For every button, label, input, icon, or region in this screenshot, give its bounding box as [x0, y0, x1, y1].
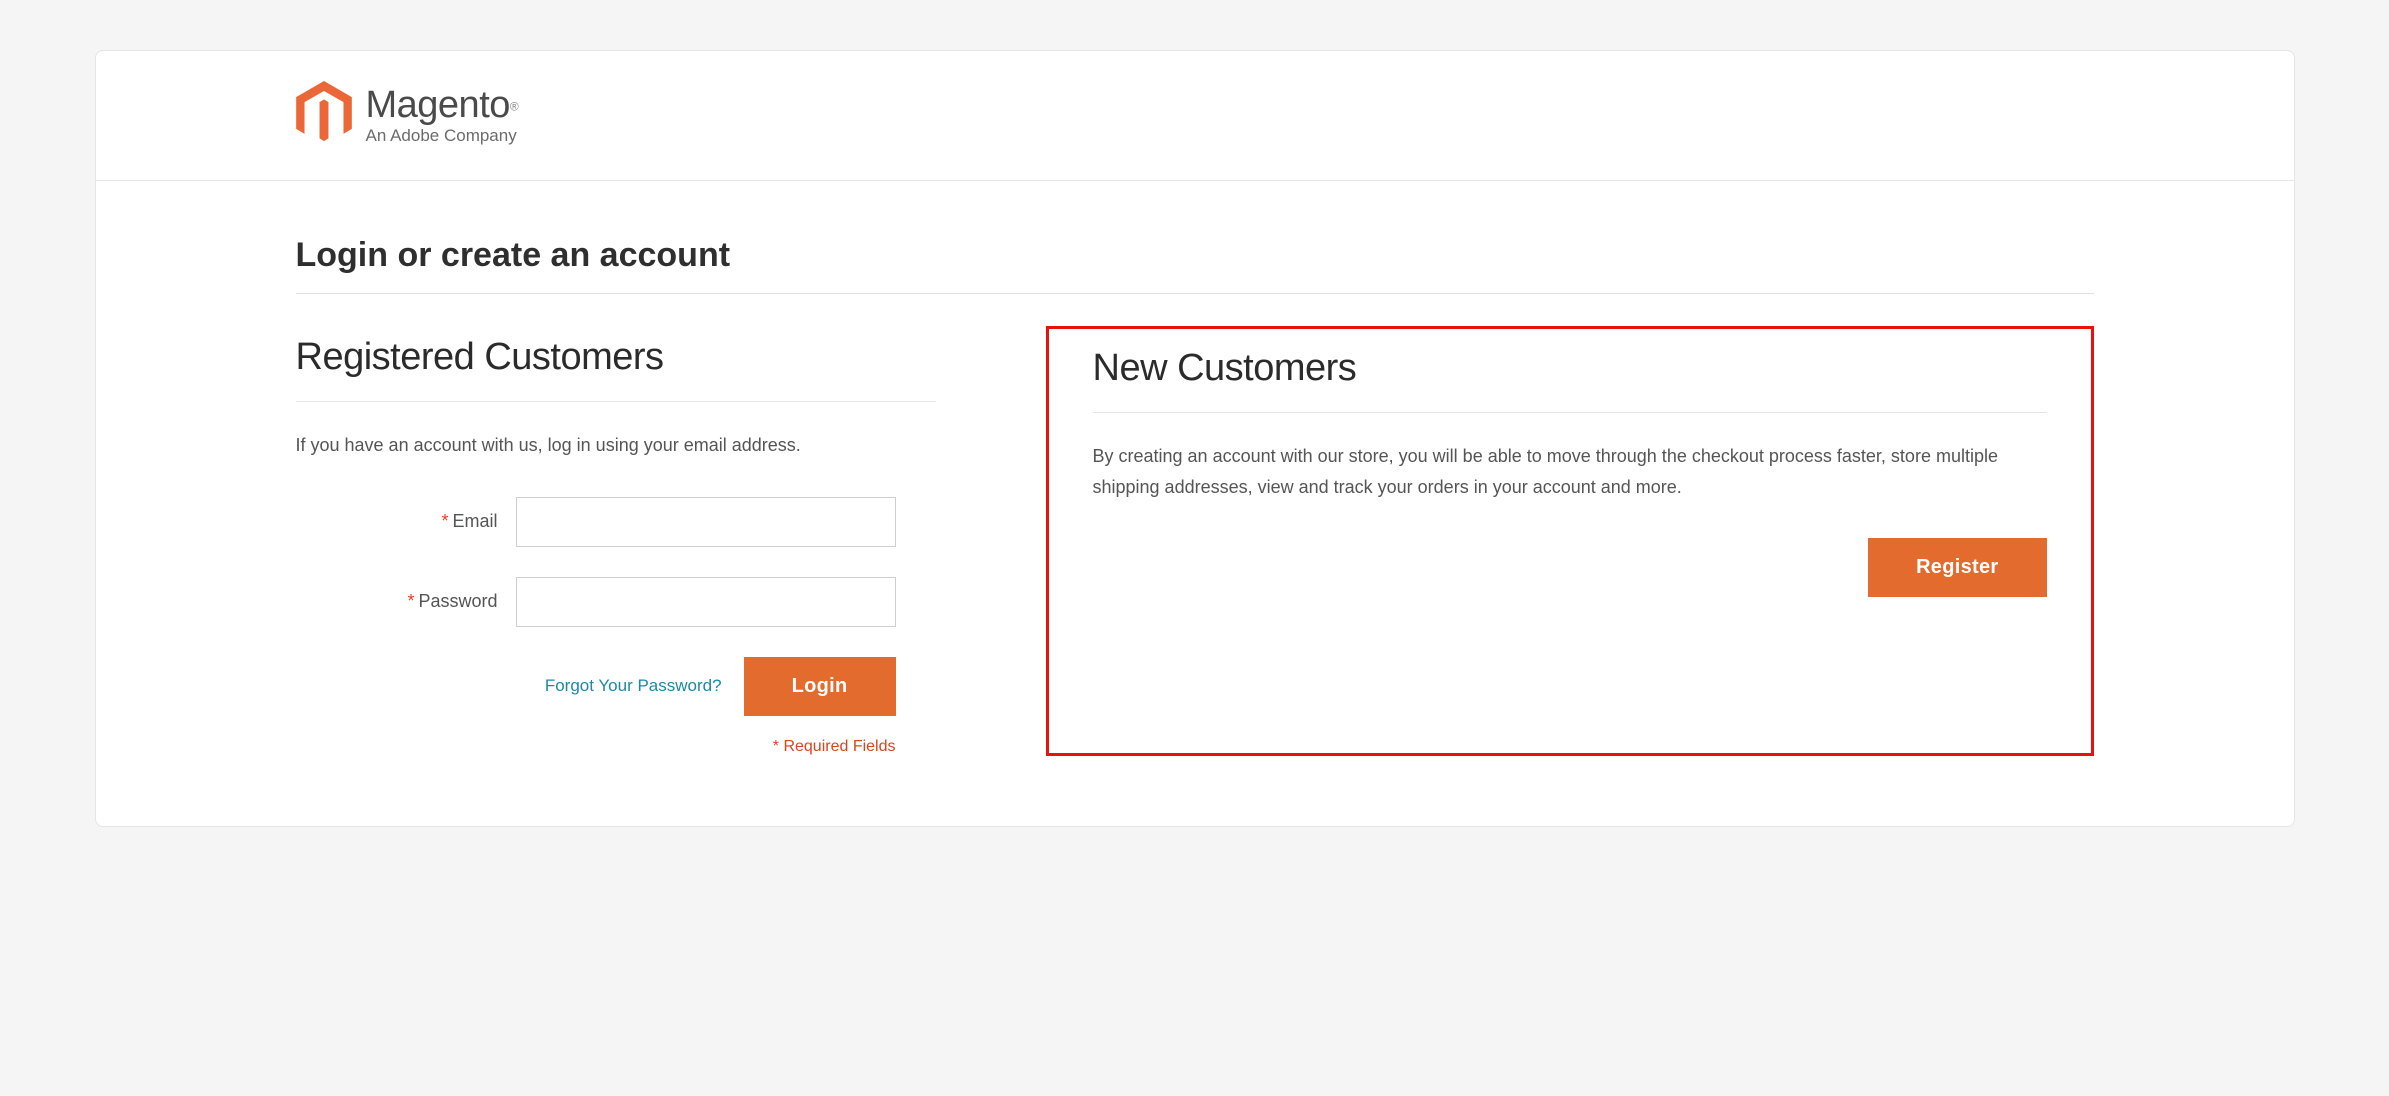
required-asterisk: *: [441, 511, 448, 531]
page-title: Login or create an account: [296, 236, 2094, 294]
columns: Registered Customers If you have an acco…: [296, 336, 2094, 756]
content: Login or create an account Registered Cu…: [96, 181, 2294, 826]
registered-customers-section: Registered Customers If you have an acco…: [296, 336, 936, 756]
password-field[interactable]: [516, 577, 896, 627]
login-card: Magento® An Adobe Company Login or creat…: [95, 50, 2295, 827]
register-description: By creating an account with our store, y…: [1093, 441, 2047, 502]
new-customers-section: New Customers By creating an account wit…: [1046, 326, 2094, 756]
brand-text: Magento® An Adobe Company: [366, 86, 519, 146]
brand-tagline: An Adobe Company: [366, 126, 519, 146]
header: Magento® An Adobe Company: [96, 51, 2294, 181]
email-label: *Email: [296, 511, 516, 532]
email-field[interactable]: [516, 497, 896, 547]
magento-icon: [296, 81, 352, 150]
password-row: *Password: [296, 577, 936, 627]
register-section-title: New Customers: [1093, 347, 2047, 413]
login-button[interactable]: Login: [744, 657, 896, 716]
register-button[interactable]: Register: [1868, 538, 2046, 597]
forgot-password-link[interactable]: Forgot Your Password?: [545, 676, 722, 696]
brand-name: Magento: [366, 84, 510, 126]
email-row: *Email: [296, 497, 936, 547]
password-label-text: Password: [418, 591, 497, 611]
registered-mark: ®: [510, 99, 519, 113]
required-fields-note: * Required Fields: [296, 738, 896, 756]
login-description: If you have an account with us, log in u…: [296, 430, 936, 461]
email-label-text: Email: [452, 511, 497, 531]
password-label: *Password: [296, 591, 516, 612]
brand-logo: Magento® An Adobe Company: [296, 81, 2094, 150]
required-asterisk: *: [407, 591, 414, 611]
login-actions: Forgot Your Password? Login: [296, 657, 896, 716]
login-section-title: Registered Customers: [296, 336, 936, 402]
register-actions: Register: [1093, 538, 2047, 597]
